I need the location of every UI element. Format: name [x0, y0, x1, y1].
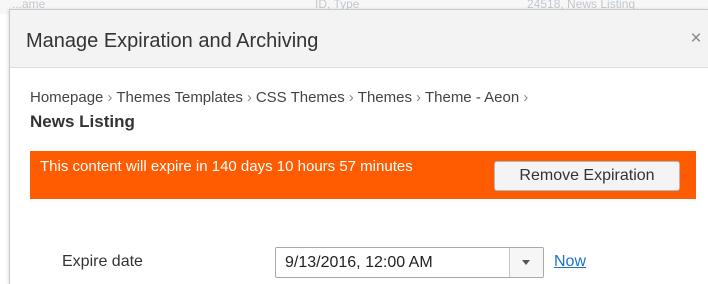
breadcrumb-item-themes[interactable]: Themes [358, 89, 412, 106]
breadcrumb-item-homepage[interactable]: Homepage [30, 89, 103, 106]
breadcrumb-separator-icon: › [523, 89, 529, 106]
dialog-header: Manage Expiration and Archiving × [10, 10, 708, 68]
close-icon[interactable]: × [688, 29, 704, 49]
expiration-dialog: Manage Expiration and Archiving × Homepa… [9, 9, 708, 284]
now-link[interactable]: Now [554, 253, 586, 271]
remove-expiration-button[interactable]: Remove Expiration [494, 161, 680, 191]
chevron-down-icon [522, 260, 530, 265]
expire-date-dropdown-toggle[interactable] [509, 248, 543, 277]
breadcrumb-item-css-themes[interactable]: CSS Themes [256, 89, 345, 106]
expire-date-value: 9/13/2016, 12:00 AM [285, 254, 433, 271]
breadcrumb-separator-icon: › [107, 89, 113, 106]
expire-date-select[interactable]: 9/13/2016, 12:00 AM [275, 247, 544, 278]
page-title: News Listing [30, 112, 135, 131]
breadcrumb-separator-icon: › [415, 89, 421, 106]
expiration-alert-message: This content will expire in 140 days 10 … [40, 158, 413, 175]
background-column-name: ...ame [12, 0, 46, 11]
background-column-id-type: ID, Type [315, 0, 360, 11]
breadcrumb-separator-icon: › [348, 89, 354, 106]
dialog-title: Manage Expiration and Archiving [26, 30, 319, 52]
breadcrumb: Homepage › Themes Templates › CSS Themes › The… [30, 89, 532, 109]
breadcrumb-item-theme-aeon[interactable]: Theme - Aeon [425, 89, 519, 106]
breadcrumb-separator-icon: › [246, 89, 252, 106]
background-column-value: 24518, News Listing [527, 0, 636, 11]
expire-date-label: Expire date [62, 253, 143, 270]
breadcrumb-item-themes-templates[interactable]: Themes Templates [116, 89, 242, 106]
expiration-alert: This content will expire in 140 days 10 … [30, 151, 696, 199]
